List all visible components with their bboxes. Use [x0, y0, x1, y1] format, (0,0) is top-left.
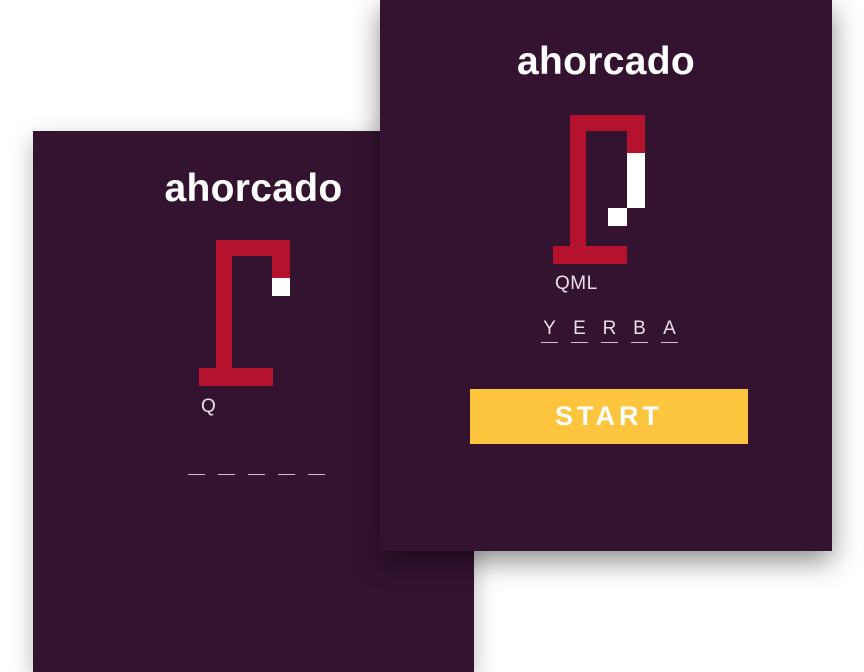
letter-slot [217, 450, 236, 475]
guessed-letters: Q [201, 396, 217, 417]
game-title: ahorcado [517, 40, 695, 83]
word-slots: Y E R B A [540, 318, 679, 343]
letter-slot [247, 450, 266, 475]
hangman-arm [608, 208, 627, 226]
word-slots [187, 450, 326, 475]
start-button[interactable]: START [470, 389, 748, 444]
gallows-post [570, 115, 586, 264]
hangman-body [627, 171, 645, 208]
letter-slot [307, 450, 326, 475]
gallows-icon [199, 240, 290, 386]
letter-slot: E [570, 318, 589, 343]
guessed-letters: QML [555, 273, 598, 294]
gallows-rope [272, 240, 290, 278]
gallows-icon [553, 115, 645, 264]
letter-slot [277, 450, 296, 475]
gallows-base [553, 246, 627, 264]
hangman-head [272, 278, 290, 296]
gallows-rope [627, 115, 645, 153]
letter-slot: Y [540, 318, 559, 343]
letter-slot [187, 450, 206, 475]
letter-slot: A [660, 318, 679, 343]
hangman-head [627, 153, 645, 171]
game-window-front: ahorcado QML Y E R B A START [380, 0, 832, 551]
letter-slot: R [600, 318, 619, 343]
gallows-base [199, 368, 273, 386]
gallows-post [216, 240, 232, 386]
letter-slot: B [630, 318, 649, 343]
